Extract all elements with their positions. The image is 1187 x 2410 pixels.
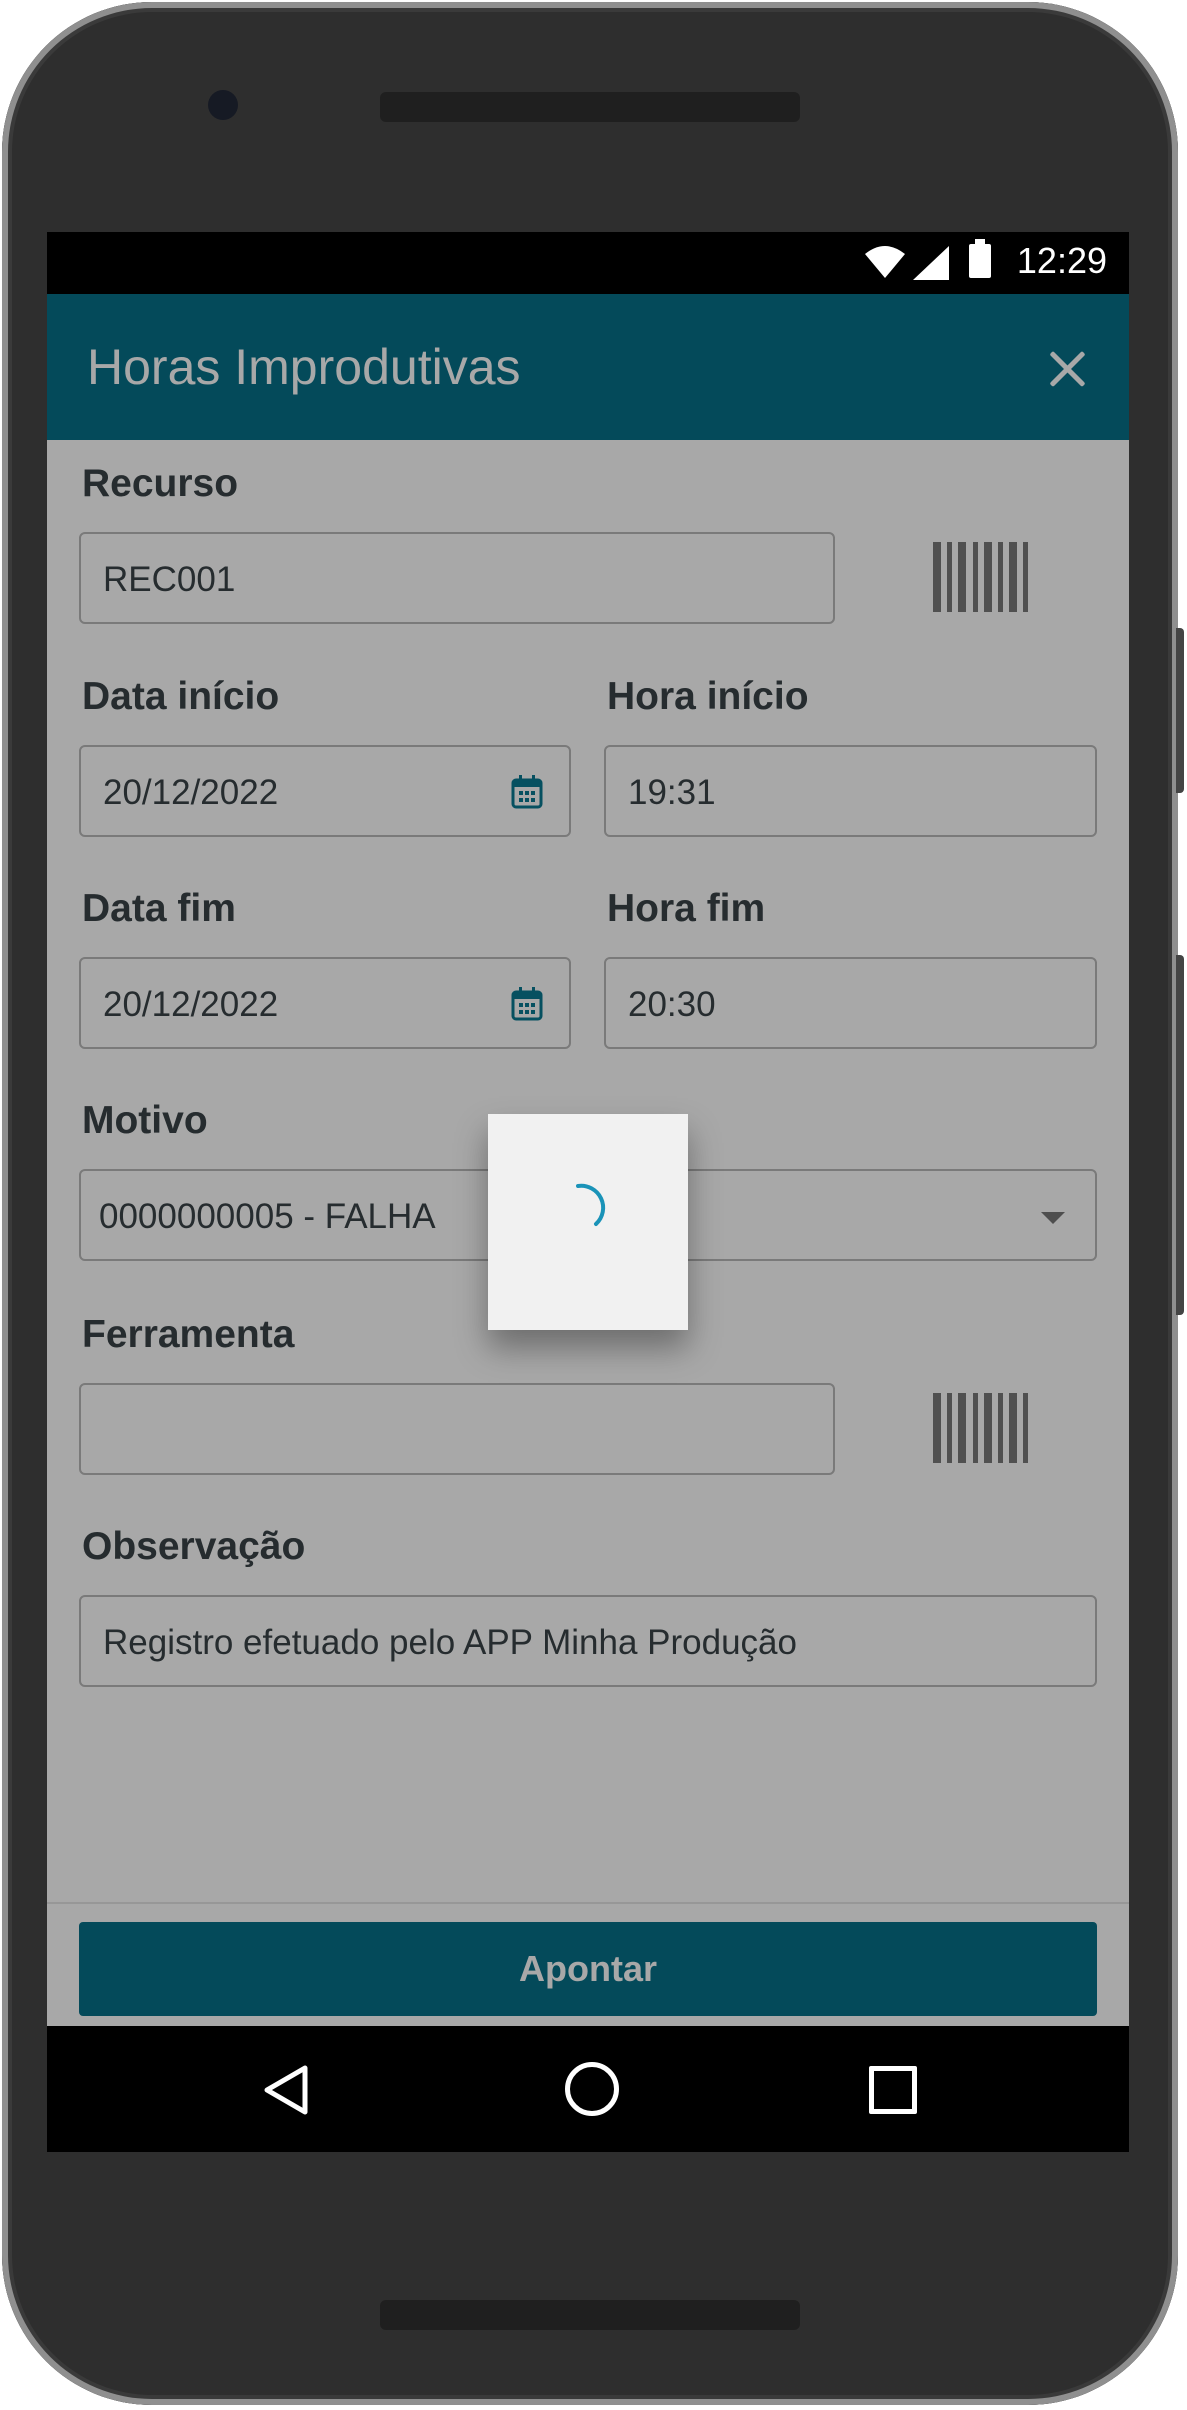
recent-apps-icon[interactable]	[869, 2066, 917, 2114]
battery-icon	[969, 239, 991, 278]
wifi-icon	[865, 246, 905, 278]
front-camera	[208, 90, 238, 120]
modal-overlay	[47, 294, 1129, 2026]
back-icon[interactable]	[263, 2064, 309, 2116]
screen: 12:29 Horas Improdutivas Recurso REC001 …	[47, 232, 1129, 2152]
power-button	[1176, 628, 1184, 793]
status-time: 12:29	[1016, 240, 1107, 281]
signal-icon	[913, 246, 949, 280]
loading-dialog	[488, 1114, 688, 1330]
earpiece-speaker	[380, 92, 800, 122]
android-nav-bar	[47, 2026, 1129, 2152]
status-bar: 12:29	[47, 232, 1129, 294]
bottom-speaker	[380, 2300, 800, 2330]
loading-spinner-icon	[576, 1183, 606, 1226]
volume-button	[1176, 955, 1184, 1315]
home-icon[interactable]	[565, 2062, 619, 2116]
